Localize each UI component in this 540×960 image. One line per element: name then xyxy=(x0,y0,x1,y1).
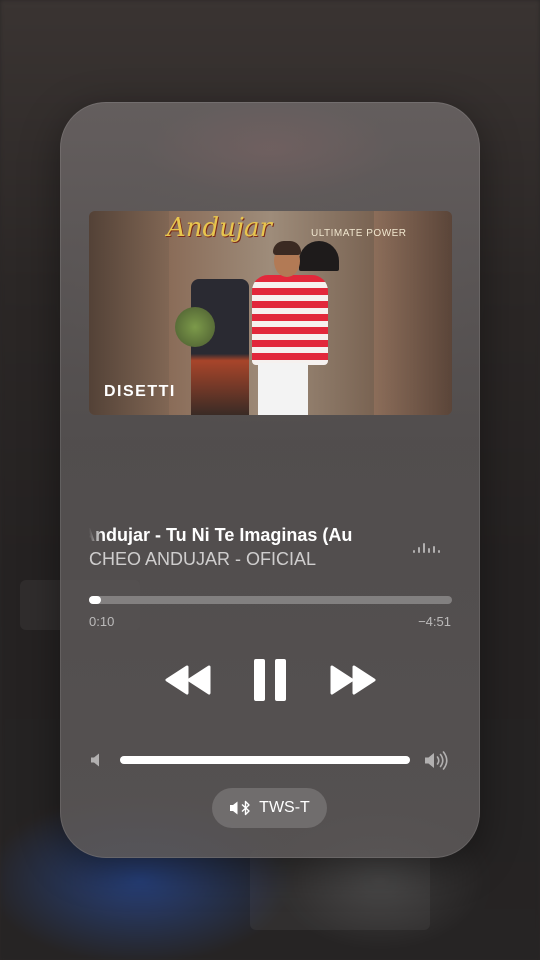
artwork-power-text: ULTIMATE POWER xyxy=(311,228,407,239)
volume-fill xyxy=(120,756,410,764)
pause-button[interactable] xyxy=(253,658,287,702)
output-device-name: TWS-T xyxy=(259,799,310,816)
rewind-button[interactable] xyxy=(164,664,214,696)
speaker-low-icon xyxy=(91,753,99,767)
artwork-flowers xyxy=(175,307,215,347)
elapsed-time: 0:10 xyxy=(89,614,115,629)
album-artwork[interactable]: Andujar ULTIMATE POWER DISETTI xyxy=(89,211,452,415)
artwork-logo-text: Andujar xyxy=(167,213,272,243)
artwork-right-panel xyxy=(374,211,452,415)
artwork-person xyxy=(252,241,328,415)
fast-forward-button[interactable] xyxy=(327,664,377,696)
background-card xyxy=(250,850,430,930)
track-title-text: Andujar - Tu Ni Te Imaginas (Au xyxy=(89,525,353,545)
progress-fill xyxy=(89,596,102,604)
bluetooth-speaker-icon xyxy=(230,800,250,816)
track-artist: CHEO ANDUJAR - OFICIAL xyxy=(89,549,317,569)
forward-icon xyxy=(330,665,376,695)
pause-icon xyxy=(254,659,286,701)
progress-slider[interactable] xyxy=(89,596,452,604)
artwork-costume xyxy=(191,279,249,415)
speaker-high-icon xyxy=(425,751,448,770)
artwork-label-text: DISETTI xyxy=(104,383,176,400)
volume-slider[interactable] xyxy=(120,756,410,764)
backward-icon xyxy=(165,665,211,695)
audio-wave-icon xyxy=(413,541,441,553)
track-title: Andujar - Tu Ni Te Imaginas (Au xyxy=(89,525,399,549)
output-device-button[interactable]: TWS-T xyxy=(212,788,327,828)
remaining-time: −4:51 xyxy=(418,614,451,629)
